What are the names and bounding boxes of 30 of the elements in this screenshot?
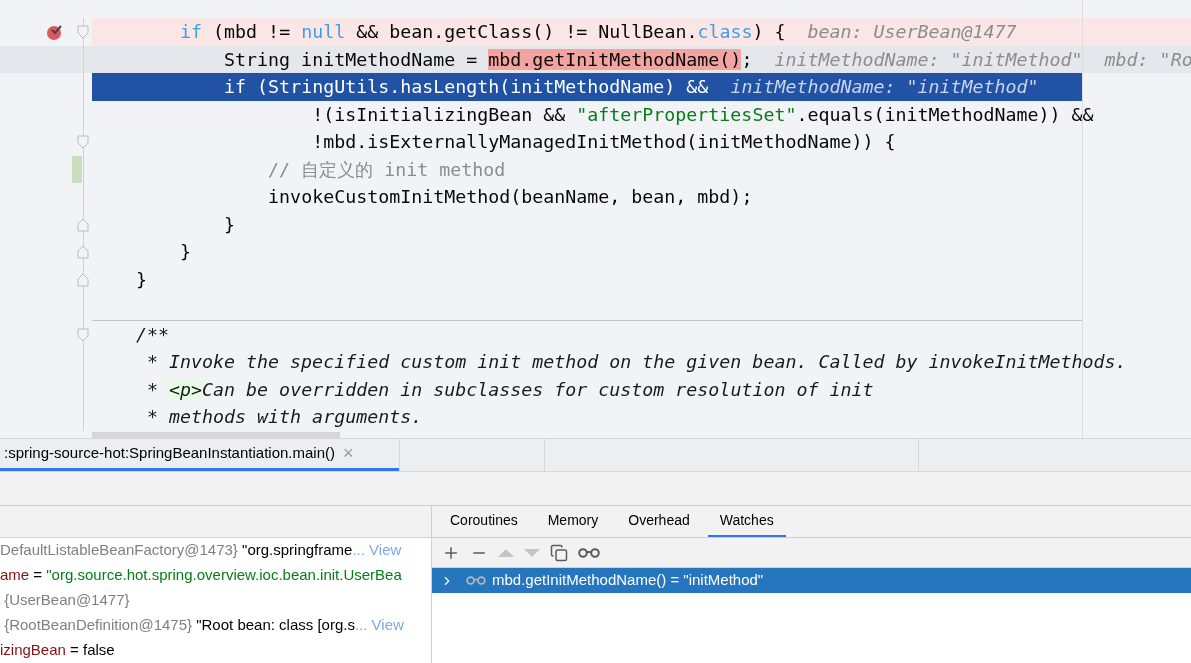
watch-row[interactable]: mbd.getInitMethodName() = "initMethod" (432, 568, 1191, 593)
code-line: } (135, 267, 148, 292)
variable-row[interactable]: ame = "org.source.hot.spring.overview.ioc.bean.init.UserBea (0, 563, 431, 588)
code-line: !(isInitializingBean && "afterPropertiesSet".equals(initMethodName)) && (311, 102, 1094, 127)
code-line: } (223, 212, 236, 237)
watch-expression: mbd.getInitMethodName() = "initMethod" (492, 570, 764, 591)
fold-icon[interactable] (77, 327, 89, 342)
fold-end-icon[interactable] (77, 272, 89, 287)
code-line: } (179, 240, 192, 264)
panel-tab[interactable]: Memory (535, 506, 611, 537)
fold-icon[interactable] (77, 135, 89, 149)
glasses-icon (466, 576, 486, 585)
variable-row[interactable]: izingBean = false (0, 638, 431, 663)
code-line: * Invoke the specified custom init method on the given bean. Called by invokeInitMethods. (146, 350, 1127, 374)
code-line: invokeCustomInitMethod(beanName, bean, mbd); (267, 185, 753, 209)
panel-tab[interactable]: Overhead (616, 506, 702, 537)
fold-icon[interactable] (77, 25, 89, 39)
fold-end-icon[interactable] (77, 245, 89, 259)
variable-row[interactable]: {UserBean@1477} (0, 588, 431, 613)
code-line: /** (135, 322, 170, 347)
code-line: * methods with arguments. (146, 405, 423, 429)
copy-icon[interactable] (550, 543, 568, 562)
code-line: * <p>Can be overridden in subclasses for custom resolution of init (146, 377, 874, 402)
code-line: // 自定义的 init method (267, 157, 506, 182)
code-line: !mbd.isExternallyManagedInitMethod(initMethodName)) { (311, 130, 896, 154)
variable-row[interactable]: {RootBeanDefinition@1475} "Root bean: class [org.s... View (0, 613, 431, 638)
variable-row[interactable]: DefaultListableBeanFactory@1473} "org.springframe... View (0, 538, 431, 563)
panel-tab[interactable]: Coroutines (438, 506, 530, 537)
breakpoint-icon[interactable] (46, 23, 64, 41)
fold-end-icon[interactable] (77, 217, 89, 232)
